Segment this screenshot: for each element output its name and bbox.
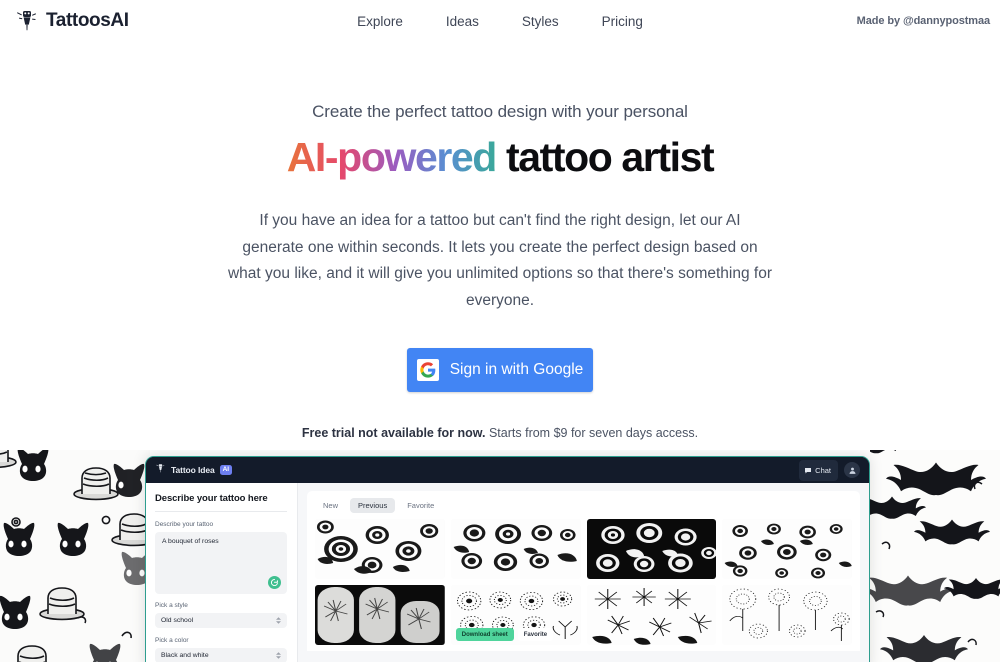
brand-logo[interactable]: TattoosAI [14,8,129,34]
headline-gradient-text: AI-powered [286,134,498,180]
google-g-icon [416,358,439,381]
chevron-updown-icon [276,617,281,624]
app-titlebar-actions: Chat [798,459,860,481]
describe-input[interactable]: A bouquet of roses [155,532,287,594]
nav-link-ideas[interactable]: Ideas [446,14,479,29]
brand-name: TattoosAI [46,10,129,31]
panel-title: Describe your tattoo here [155,493,268,504]
results-panel: New Previous Favorite Download sheet Fav… [298,483,869,662]
trial-notice: Free trial not available for now. Starts… [0,426,1000,440]
app-titlebar: Tattoo Idea AI Chat [146,457,869,483]
hero-eyebrow: Create the perfect tattoo design with yo… [312,102,688,121]
hero-section: Create the perfect tattoo design with yo… [0,42,1000,440]
nav-link-pricing[interactable]: Pricing [602,14,643,29]
favorite-button[interactable]: Favorite [517,628,554,641]
design-card-roses-sheet-inverted[interactable] [586,519,717,579]
ai-badge: AI [219,465,233,475]
avatar[interactable] [844,462,860,478]
sign-in-button-label: Sign in with Google [449,360,584,378]
generate-refresh-icon[interactable] [268,576,281,589]
tab-previous[interactable]: Previous [350,498,396,513]
hero-description: If you have an idea for a tattoo but can… [227,212,773,310]
right-tattoo-pattern [870,450,1000,662]
style-label: Pick a style [155,602,188,609]
design-card-roses-sheet-2[interactable] [450,519,581,579]
color-label: Pick a color [155,637,189,644]
design-card-roses-sheet-3[interactable] [722,519,852,579]
design-card-arm-mockup-sheet[interactable] [315,585,445,645]
nav-link-explore[interactable]: Explore [357,14,403,29]
trial-notice-bold: Free trial not available for now. [301,425,486,440]
nav-link-styles[interactable]: Styles [522,14,559,29]
tattoo-machine-icon [14,8,40,34]
card-actions: Download sheet Favorite [455,628,576,641]
chat-bubble-icon [804,463,812,478]
product-showcase: Tattoo Idea AI Chat Describe your tattoo… [0,450,1000,662]
panel-divider [155,511,287,512]
app-window-mockup: Tattoo Idea AI Chat Describe your tattoo… [145,456,870,662]
left-tattoo-pattern [0,450,150,662]
color-select-value: Black and white [161,652,209,659]
trial-notice-rest: Starts from $9 for seven days access. [485,425,699,440]
describe-label: Describe your tattoo [155,521,214,528]
describe-panel: Describe your tattoo here Describe your … [146,483,298,662]
top-navigation: TattoosAI Explore Ideas Styles Pricing M… [0,0,1000,42]
tab-new[interactable]: New [315,498,346,513]
made-by-credit[interactable]: Made by @dannypostmaa [857,15,990,27]
design-card-dandelion-sheet-2[interactable] [586,585,717,645]
design-card-dandelion-sheet-3[interactable] [722,585,852,645]
chevron-updown-icon [276,652,281,659]
chat-button[interactable]: Chat [798,459,838,481]
app-body: Describe your tattoo here Describe your … [146,483,869,662]
tattoo-machine-icon [155,461,166,479]
style-select-value: Old school [161,617,194,624]
design-card-roses-sheet-1[interactable] [315,519,445,579]
results-grid: Download sheet Favorite [307,519,860,651]
tab-favorite[interactable]: Favorite [399,498,442,513]
style-select[interactable]: Old school [155,613,287,628]
design-card-dandelion-sheet-1[interactable]: Download sheet Favorite [450,585,581,645]
sign-in-with-google-button[interactable]: Sign in with Google [407,347,593,392]
headline-plain-text: tattoo artist [495,134,715,180]
nav-links: Explore Ideas Styles Pricing [0,14,1000,29]
download-sheet-button[interactable]: Download sheet [455,628,514,641]
color-select[interactable]: Black and white [155,648,287,662]
app-title: Tattoo Idea [171,465,215,475]
chat-button-label: Chat [815,465,831,475]
describe-input-value: A bouquet of roses [162,538,219,545]
page-title: AI-powered tattoo artist [0,134,1000,180]
results-tabs: New Previous Favorite [307,491,860,519]
app-titlebar-brand[interactable]: Tattoo Idea AI [155,461,233,479]
